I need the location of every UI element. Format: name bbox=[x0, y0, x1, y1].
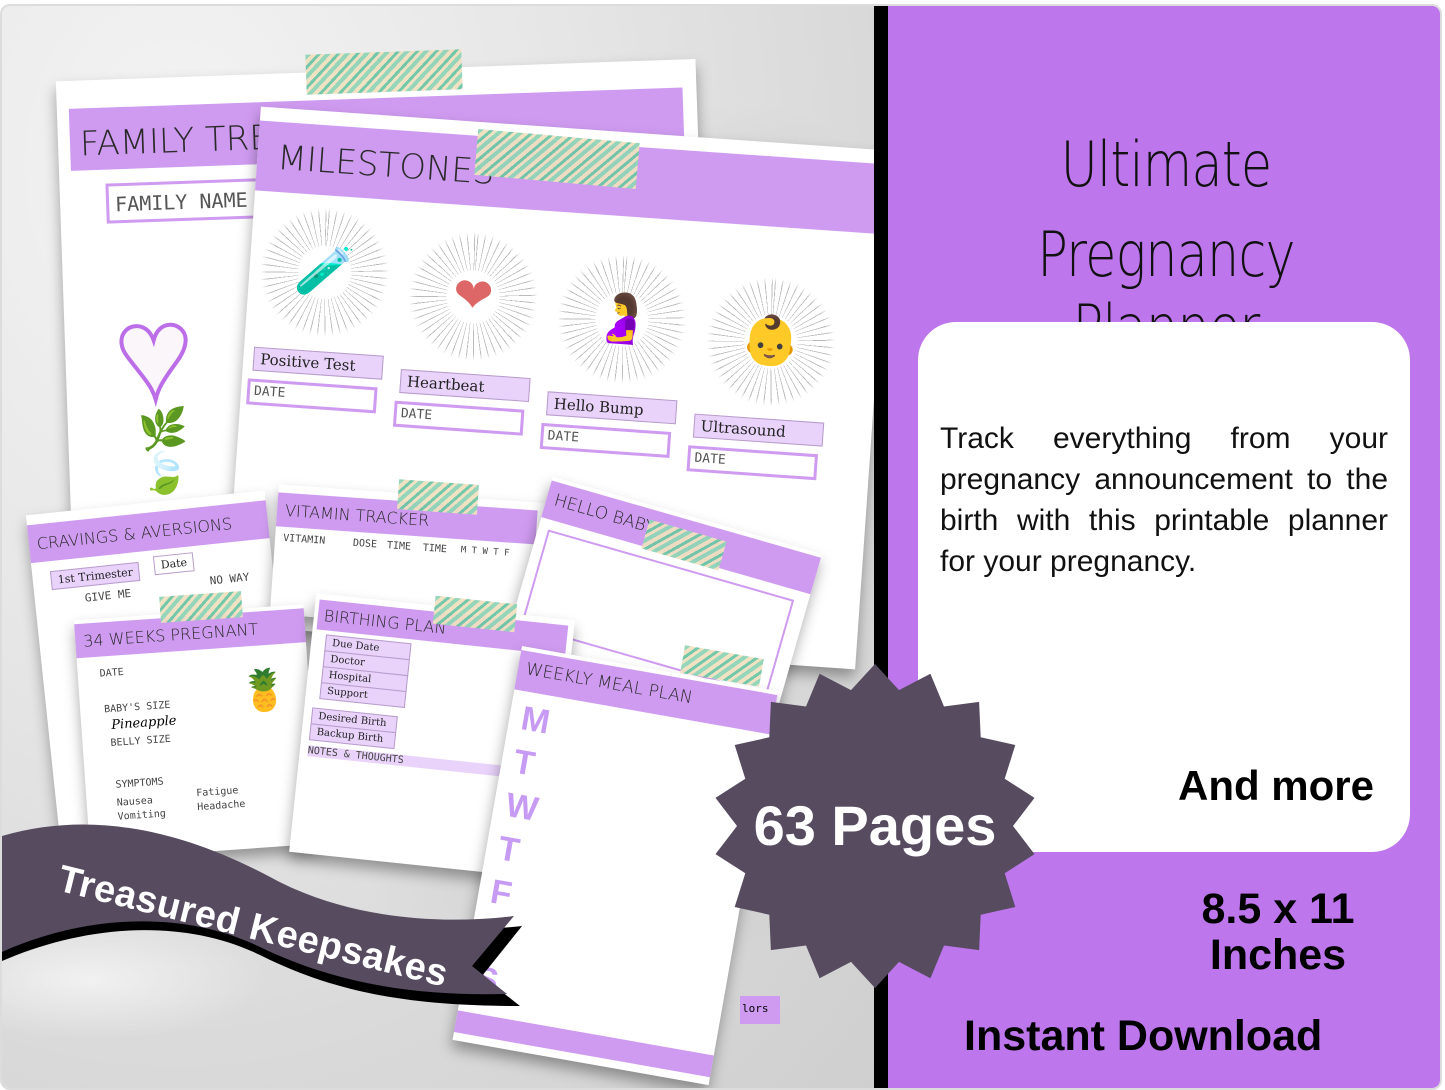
weeks-date: DATE bbox=[99, 666, 125, 680]
instant-download-text: Instant Download bbox=[964, 1012, 1323, 1060]
notes-label: NOTES & THOUGHTS bbox=[307, 745, 508, 777]
heart-frame-icon: ♥ bbox=[111, 277, 197, 430]
day-label: T bbox=[510, 742, 538, 784]
product-description: Track everything from your pregnancy ann… bbox=[940, 422, 1388, 578]
meal-footer bbox=[453, 1010, 714, 1078]
colors-tab: lors bbox=[740, 996, 780, 1024]
symptom-item: Nausea bbox=[116, 795, 154, 809]
vitamin-col: VITAMIN bbox=[282, 532, 326, 547]
size-dimensions: 8.5 x 11 bbox=[1201, 885, 1355, 933]
milestone-date: DATE bbox=[246, 378, 378, 414]
baby-size-value: Pineapple bbox=[110, 713, 177, 733]
washi-tape bbox=[305, 49, 463, 95]
pregnancy-test-icon: 🧪 bbox=[292, 243, 357, 301]
give-me-column: GIVE ME bbox=[84, 586, 132, 605]
milestone-label: Positive Test bbox=[252, 346, 384, 380]
and-more-text: And more bbox=[1177, 762, 1374, 809]
symptoms-label: SYMPTOMS bbox=[115, 776, 164, 791]
page-count-text: 63 Pages bbox=[753, 794, 997, 857]
cravings-header: CRAVINGS & AVERSIONS bbox=[26, 500, 270, 564]
time-col: TIME bbox=[422, 542, 448, 556]
dose-col: DOSE bbox=[352, 537, 378, 551]
day-label: M bbox=[518, 699, 553, 742]
product-title-line1: Ultimate bbox=[1060, 128, 1273, 201]
weekday-col: M T W T F bbox=[460, 545, 510, 559]
symptom-item: Headache bbox=[196, 798, 246, 814]
milestone-date: DATE bbox=[539, 422, 672, 458]
baby-size-label: BABY'S SIZE bbox=[103, 699, 171, 716]
date-label: Date bbox=[152, 552, 195, 576]
pregnant-woman-icon: 🤰 bbox=[590, 290, 654, 348]
milestone-label: Heartbeat bbox=[399, 368, 531, 403]
milestone-label: Ultrasound bbox=[692, 413, 825, 447]
size-unit: Inches bbox=[1209, 931, 1347, 979]
pineapple-icon: 🍍 bbox=[237, 667, 291, 715]
no-way-column: NO WAY bbox=[209, 570, 251, 588]
milestone-label: Hello Bump bbox=[546, 391, 678, 425]
washi-tape bbox=[397, 479, 479, 515]
symptom-item: Fatigue bbox=[195, 785, 239, 800]
trimester-label: 1st Trimester bbox=[49, 561, 141, 591]
heartbeat-icon: ❤ bbox=[451, 268, 496, 325]
milestone-date: DATE bbox=[686, 445, 819, 481]
leaf-vine-icon: 🌿 🍃 bbox=[137, 406, 191, 497]
milestone-date: DATE bbox=[392, 400, 525, 436]
ultrasound-icon: 👶 bbox=[739, 312, 803, 370]
time-col: TIME bbox=[386, 540, 412, 553]
page-size: 8.5 x 11 Inches bbox=[1168, 886, 1388, 978]
product-listing-image: FAMILY TREE FAMILY NAME ♥ 🌿 🍃 MILESTONES … bbox=[0, 4, 1442, 1090]
belly-size-label: BELLY SIZE bbox=[110, 733, 172, 750]
